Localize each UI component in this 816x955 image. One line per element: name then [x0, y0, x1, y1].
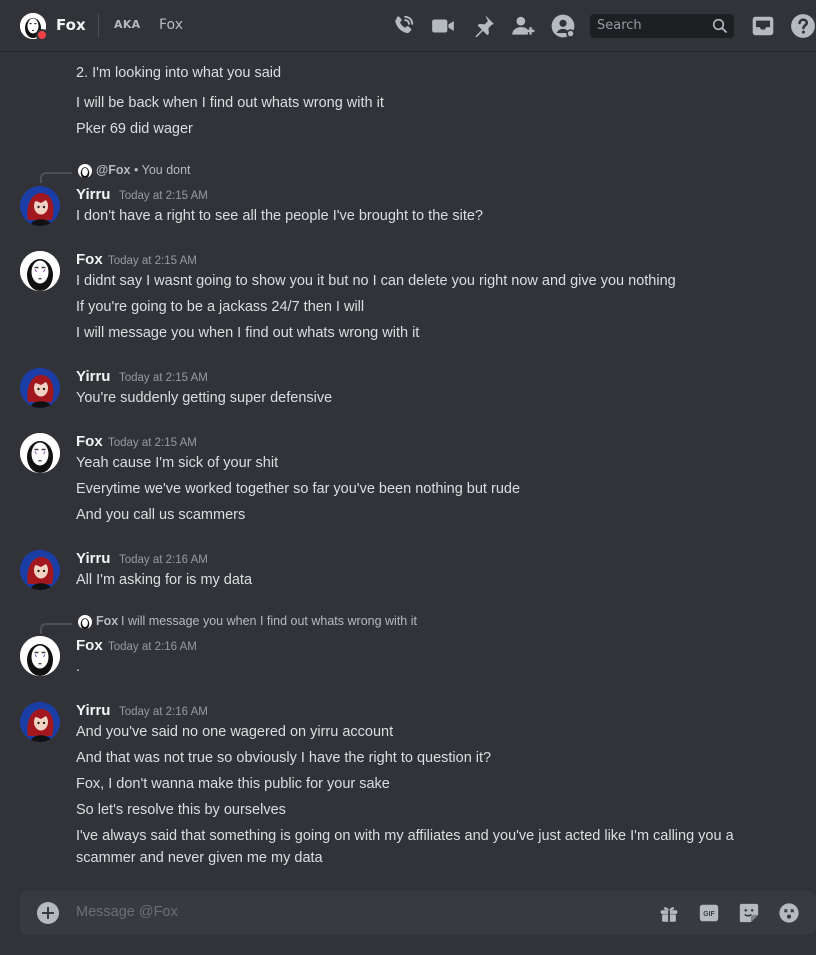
reply-author[interactable]: Fox [96, 614, 118, 628]
message-line: Fox, I don't wanna make this public for … [76, 776, 390, 792]
message-composer: Message @Fox GIF [20, 891, 816, 935]
message-line: And you've said no one wagered on yirru … [76, 724, 394, 740]
message-author[interactable]: Yirru [76, 702, 110, 719]
reply-preview[interactable]: I will message you when I find out whats… [121, 614, 417, 628]
video-call-icon[interactable] [430, 13, 456, 39]
message-line: Everytime we've worked together so far y… [76, 481, 521, 497]
avatar[interactable] [20, 251, 60, 291]
message-line: So let's resolve this by ourselves [76, 802, 286, 818]
message-timestamp: Today at 2:15 AM [119, 372, 208, 384]
message-timestamp: Today at 2:15 AM [108, 255, 197, 267]
no-face-avatar-icon [80, 167, 90, 178]
avatar[interactable] [20, 186, 60, 226]
search-box[interactable]: Search [590, 14, 734, 38]
reply-preview[interactable]: • You dont [134, 163, 191, 177]
message-author[interactable]: Yirru [76, 550, 110, 567]
message-line: I will be back when I find out whats wro… [76, 95, 384, 111]
no-face-avatar-icon [80, 618, 90, 629]
header-divider [98, 14, 99, 38]
message-line: I will message you when I find out whats… [76, 325, 420, 341]
message-timestamp: Today at 2:16 AM [108, 641, 197, 653]
message-timestamp: Today at 2:15 AM [108, 437, 197, 449]
message-timestamp: Today at 2:15 AM [119, 190, 208, 202]
user-profile-icon[interactable] [550, 13, 576, 39]
avatar[interactable] [20, 368, 60, 408]
message-line: You're suddenly getting super defensive [76, 390, 333, 406]
dnd-status-icon [36, 29, 48, 41]
reply-author[interactable]: @Fox [96, 163, 130, 177]
avatar[interactable] [20, 636, 60, 676]
gift-icon[interactable] [658, 902, 680, 924]
anime-girl-avatar-icon [20, 186, 60, 226]
no-face-avatar-icon [20, 433, 60, 473]
message-line: Yeah cause I'm sick of your shit [76, 455, 279, 471]
message-author[interactable]: Yirru [76, 368, 110, 385]
emoji-icon[interactable] [778, 902, 800, 924]
avatar[interactable] [20, 550, 60, 590]
message-author[interactable]: Fox [76, 637, 103, 654]
gif-label: GIF [703, 911, 714, 918]
no-face-avatar-icon [20, 251, 60, 291]
message-line: Pker 69 did wager [76, 121, 193, 137]
aka-badge: AKA [114, 18, 141, 31]
message-line: All I'm asking for is my data [76, 572, 253, 588]
add-attachment-icon[interactable] [37, 902, 59, 924]
anime-girl-avatar-icon [20, 702, 60, 742]
add-friend-icon[interactable] [510, 13, 536, 39]
aka-name: Fox [159, 17, 183, 33]
reply-avatar [78, 164, 92, 178]
header-avatar[interactable] [20, 13, 48, 41]
message-timestamp: Today at 2:16 AM [119, 706, 208, 718]
search-icon [712, 18, 728, 34]
message-line: scammer and never given me my data [76, 850, 323, 866]
search-input[interactable]: Search [597, 18, 642, 33]
gif-icon[interactable]: GIF [698, 902, 720, 924]
no-face-avatar-icon [20, 636, 60, 676]
message-line: . [76, 659, 81, 675]
message-line: I don't have a right to see all the peop… [76, 208, 483, 224]
anime-girl-avatar-icon [20, 368, 60, 408]
message-line: I didnt say I wasnt going to show you it… [76, 273, 676, 289]
reply-connector [40, 623, 72, 634]
message-author[interactable]: Fox [76, 251, 103, 268]
message-line: 2. I'm looking into what you said [76, 65, 282, 81]
message-line: And you call us scammers [76, 507, 246, 523]
pin-icon[interactable] [470, 13, 496, 39]
message-line: I've always said that something is going… [76, 828, 734, 844]
message-author[interactable]: Yirru [76, 186, 110, 203]
reply-connector [40, 172, 72, 183]
message-input[interactable]: Message @Fox [76, 904, 178, 920]
reply-avatar [78, 615, 92, 629]
phone-call-icon[interactable] [390, 13, 416, 39]
message-line: And that was not true so obviously I hav… [76, 750, 492, 766]
sticker-icon[interactable] [738, 902, 760, 924]
message-timestamp: Today at 2:16 AM [119, 554, 208, 566]
inbox-icon[interactable] [750, 13, 776, 39]
message-author[interactable]: Fox [76, 433, 103, 450]
header-user-name[interactable]: Fox [56, 16, 86, 34]
channel-header: Fox AKA Fox Search [0, 0, 816, 52]
message-line: If you're going to be a jackass 24/7 the… [76, 299, 365, 315]
avatar[interactable] [20, 702, 60, 742]
anime-girl-avatar-icon [20, 550, 60, 590]
help-icon[interactable] [790, 13, 816, 39]
avatar[interactable] [20, 433, 60, 473]
